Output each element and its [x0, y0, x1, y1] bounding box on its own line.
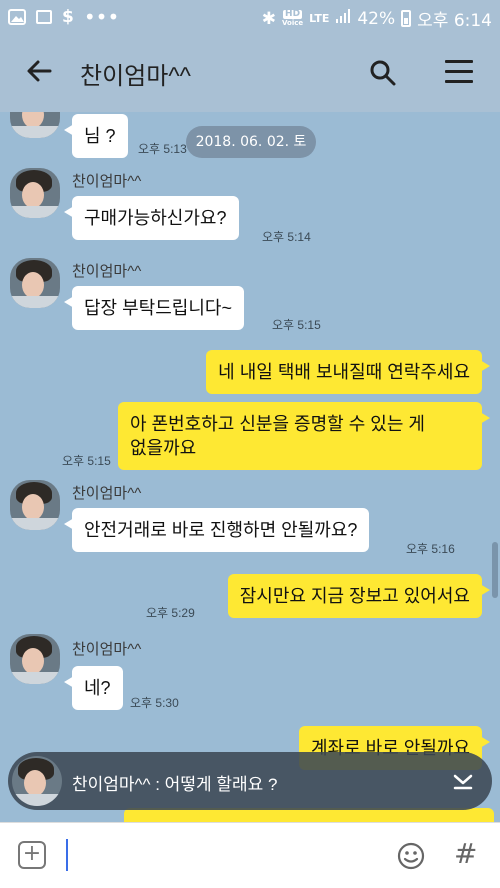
date-divider: 2018. 06. 02. 토 [186, 126, 316, 158]
voice-label: Voice [281, 18, 304, 27]
gallery-icon [8, 9, 26, 25]
chat-area[interactable]: 님 ? 오후 5:13 2018. 06. 02. 토 찬이엄마^^ 구매가능하… [0, 112, 500, 820]
search-icon[interactable] [368, 58, 398, 88]
message-input[interactable] [66, 839, 68, 871]
message-bubble[interactable]: 잠시만요 지금 장보고 있어서요 [227, 574, 491, 618]
message-time: 오후 5:14 [262, 230, 311, 244]
message-time: 오후 5:30 [130, 696, 179, 710]
message-bubble[interactable]: 구매가능하신가요? [64, 196, 239, 240]
status-bar: $ ••• ✱ HD Voice LTE 42% 오후 6:14 [0, 0, 500, 34]
screen-icon [36, 10, 52, 24]
message-line: 아 폰번호하고 신분을 증명할 수 있는 게 [130, 414, 425, 434]
avatar[interactable] [10, 480, 60, 530]
avatar[interactable] [10, 258, 60, 308]
sender-name: 찬이엄마^^ [72, 263, 142, 280]
notification-text: 찬이엄마^^ : 어떻게 할래요 ? [72, 775, 278, 794]
signal-icon [335, 8, 351, 29]
hash-icon[interactable]: # [454, 837, 477, 870]
message-time: 오후 5:13 [138, 142, 187, 156]
chevron-down-icon[interactable] [452, 770, 474, 792]
message-time: 오후 5:15 [272, 318, 321, 332]
avatar[interactable] [10, 112, 60, 138]
emoji-icon[interactable] [396, 841, 426, 871]
sender-name: 찬이엄마^^ [72, 485, 142, 502]
hd-voice-indicator: HD Voice [281, 8, 304, 28]
battery-percent: 42% [357, 8, 396, 29]
message-bubble[interactable]: 네? [64, 666, 123, 710]
app-s-icon: $ [62, 7, 74, 27]
new-message-notification[interactable]: 찬이엄마^^ : 어떻게 할래요 ? [8, 752, 492, 810]
sender-name: 찬이엄마^^ [72, 641, 142, 658]
bluetooth-icon: ✱ [261, 8, 276, 29]
back-arrow-icon[interactable] [24, 56, 56, 88]
message-time: 오후 5:15 [62, 454, 111, 468]
page-title: 찬이엄마^^ [80, 63, 191, 90]
chat-header: 찬이엄마^^ [0, 34, 500, 112]
sender-name: 찬이엄마^^ [72, 173, 142, 190]
message-bubble[interactable]: 답장 부탁드립니다~ [64, 286, 244, 330]
message-bubble[interactable]: 네 내일 택배 보내질때 연락주세요 [206, 350, 490, 394]
message-time: 오후 5:29 [146, 606, 195, 620]
avatar[interactable] [10, 634, 60, 684]
network-label: LTE [309, 12, 330, 25]
hidden-message-bubble [124, 808, 494, 822]
more-dots-icon: ••• [83, 5, 120, 29]
avatar [12, 756, 62, 806]
menu-icon[interactable] [445, 60, 473, 84]
status-time: 오후 6:14 [417, 11, 492, 31]
scrollbar[interactable] [492, 542, 498, 598]
message-bubble[interactable]: 안전거래로 바로 진행하면 안될까요? [63, 508, 370, 552]
add-icon[interactable]: + [18, 841, 46, 869]
message-time: 오후 5:16 [406, 542, 455, 556]
message-input-bar: + # [0, 822, 500, 888]
message-bubble[interactable]: 아 폰번호하고 신분을 증명할 수 있는 게 없을까요 [118, 402, 490, 470]
avatar[interactable] [10, 168, 60, 218]
hd-label: HD [283, 8, 303, 19]
message-line: 없을까요 [130, 438, 197, 458]
battery-icon [401, 10, 412, 27]
message-bubble[interactable]: 님 ? [64, 114, 128, 158]
